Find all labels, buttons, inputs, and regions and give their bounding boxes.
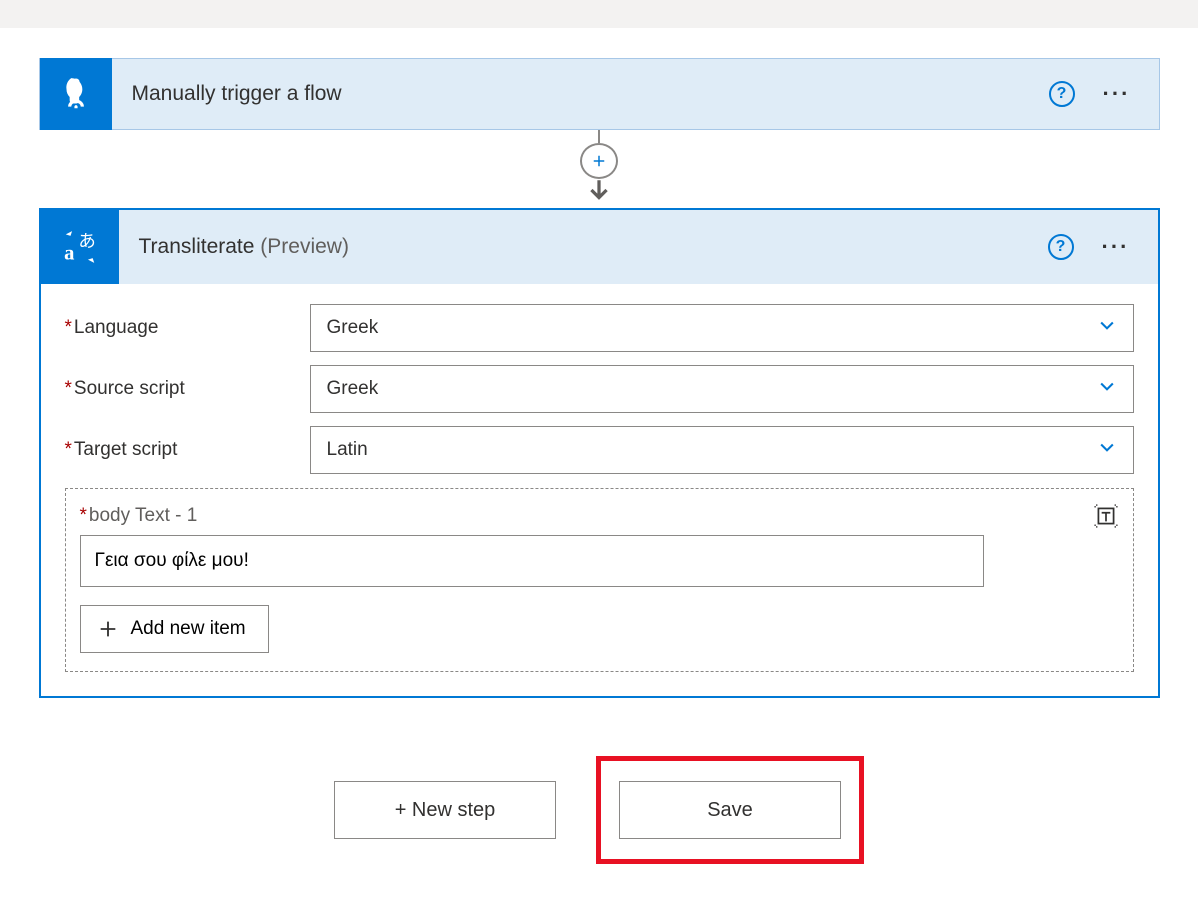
language-value: Greek [327, 317, 379, 339]
more-icon[interactable]: ··· [1103, 83, 1131, 105]
target-script-label: *Target script [65, 439, 310, 461]
target-script-dropdown[interactable]: Latin [310, 426, 1134, 474]
trigger-title: Manually trigger a flow [132, 82, 1049, 106]
connector-line [598, 130, 600, 143]
svg-text:あ: あ [78, 231, 95, 251]
body-text-region: *body Text - 1 Add new item [65, 488, 1134, 672]
flow-canvas: Manually trigger a flow ? ··· a あ [0, 28, 1198, 924]
action-body: *Language Greek *Source script Greek *Ta… [41, 284, 1158, 696]
trigger-icon [40, 58, 112, 130]
field-row-target-script: *Target script Latin [65, 426, 1134, 474]
arrow-down-icon [586, 177, 612, 208]
add-new-item-button[interactable]: Add new item [80, 605, 269, 653]
chevron-down-icon [1097, 376, 1117, 402]
trigger-actions: ? ··· [1049, 81, 1159, 107]
save-button[interactable]: Save [619, 781, 841, 839]
new-step-button[interactable]: + New step [334, 781, 556, 839]
body-text-input[interactable] [80, 535, 984, 587]
action-title: Transliterate (Preview) [139, 235, 1048, 259]
svg-text:a: a [64, 242, 74, 264]
source-script-value: Greek [327, 378, 379, 400]
language-dropdown[interactable]: Greek [310, 304, 1134, 352]
field-row-source-script: *Source script Greek [65, 365, 1134, 413]
trigger-card[interactable]: Manually trigger a flow ? ··· [39, 58, 1160, 130]
source-script-dropdown[interactable]: Greek [310, 365, 1134, 413]
insert-step-button[interactable] [580, 143, 618, 179]
footer-actions: + New step Save [18, 756, 1180, 864]
action-title-text: Transliterate [139, 235, 255, 258]
body-text-label: *body Text - 1 [80, 505, 1119, 527]
field-row-language: *Language Greek [65, 304, 1134, 352]
chevron-down-icon [1097, 437, 1117, 463]
source-script-label: *Source script [65, 378, 310, 400]
language-label: *Language [65, 317, 310, 339]
action-card: a あ Transliterate (Preview) ? ··· *Langu… [39, 208, 1160, 698]
target-script-value: Latin [327, 439, 368, 461]
action-actions: ? ··· [1048, 234, 1158, 260]
help-icon[interactable]: ? [1048, 234, 1074, 260]
transliterate-icon: a あ [41, 210, 119, 284]
more-icon[interactable]: ··· [1102, 236, 1130, 258]
preview-badge: (Preview) [260, 235, 349, 258]
save-highlight-box: Save [596, 756, 864, 864]
action-header[interactable]: a あ Transliterate (Preview) ? ··· [41, 210, 1158, 284]
connector [39, 130, 1160, 208]
token-picker-icon[interactable] [1093, 503, 1119, 529]
chevron-down-icon [1097, 315, 1117, 341]
add-new-item-label: Add new item [131, 618, 246, 640]
help-icon[interactable]: ? [1049, 81, 1075, 107]
